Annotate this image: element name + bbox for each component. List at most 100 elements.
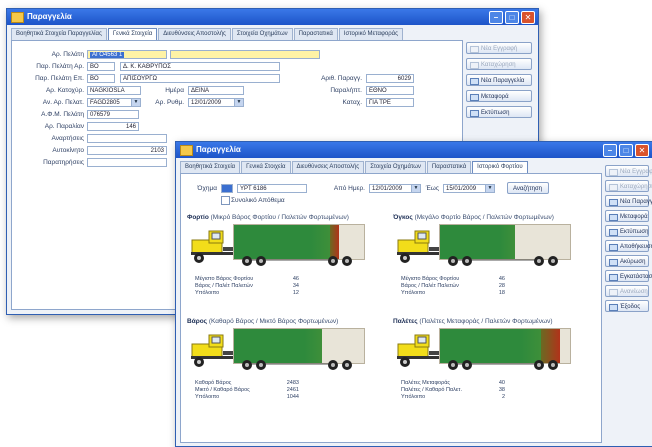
field-input[interactable]: 2103 <box>87 146 167 155</box>
side-button-1: Νέα Εγγραφή <box>466 42 532 54</box>
tab-1[interactable]: Βοηθητικά Στοιχεία <box>180 161 241 173</box>
field-value: BO <box>90 64 99 70</box>
calendar-dropdown-icon[interactable]: ▼ <box>485 185 494 192</box>
field-value: 076579 <box>90 112 111 118</box>
field-input[interactable]: BO <box>87 62 115 71</box>
tab-3[interactable]: Διευθύνσεις Αποστολής <box>158 28 231 40</box>
button-icon <box>470 94 479 101</box>
vehicle-input[interactable]: ΥΡΤ 6186 <box>237 184 307 193</box>
front-window: Παραγγελία – □ ✕ Βοηθητικά Στοιχεία Γενικ… <box>175 141 652 447</box>
wheels-icon <box>448 360 558 370</box>
panel-title-text: Όγκος <box>393 214 413 221</box>
side-button-4[interactable]: Μεταφορά <box>605 210 649 222</box>
field-label: Αρ. Κατοχύρ. <box>45 87 84 94</box>
load-panel-title: Φορτίο (Μικρό Βάρος Φορτίου / Παλετών Φο… <box>187 214 349 221</box>
stat-label: Υπόλοιπο <box>401 394 426 400</box>
side-button-10[interactable]: Έξοδος <box>605 300 649 312</box>
front-main-panel: Όχημα ΥΡΤ 6186 Συνολικό Απόθεμα Από Ημερ… <box>180 173 602 443</box>
field-input[interactable] <box>87 158 167 167</box>
dropdown-icon[interactable]: ▼ <box>234 99 243 106</box>
tab-5[interactable]: Παραστατικά <box>293 28 338 40</box>
stat-label: Βάρος / Παλέτ Παλετών <box>401 283 459 289</box>
stat-value: 46 <box>498 276 505 282</box>
close-icon[interactable]: ✕ <box>635 144 649 157</box>
back-window-titlebar[interactable]: Παραγγελία – □ ✕ <box>7 9 538 25</box>
tab-2[interactable]: Γενικά Στοιχεία <box>241 161 291 173</box>
front-window-titlebar[interactable]: Παραγγελία – □ ✕ <box>176 142 652 158</box>
button-icon <box>609 184 618 191</box>
side-button-3[interactable]: Νέα Παραγγελία <box>466 74 532 86</box>
field-input[interactable]: NAGKIOSLA <box>87 86 141 95</box>
panel-subtitle-text: (Μικρό Βάρος Φορτίου / Παλετών Φορτωμένω… <box>210 214 349 221</box>
tab-6[interactable]: Ιστορικό Φορτίου <box>472 161 528 173</box>
right-field-input[interactable]: ΕΘΝΟ <box>366 86 414 95</box>
front-tab-strip: Βοηθητικά Στοιχεία Γενικά Στοιχεία Διευθύν… <box>180 161 529 173</box>
right-field-value: ΕΘΝΟ <box>369 88 387 94</box>
tab-6[interactable]: Ιστορικό Μεταφοράς <box>338 28 403 40</box>
side-button-5[interactable]: Εκτύπωση <box>466 106 532 118</box>
right-field-input[interactable]: ΓΙΑ ΤΡΕ <box>366 98 414 107</box>
tab-2[interactable]: Γενικά Στοιχεία <box>107 28 158 40</box>
field-input[interactable]: 076579 <box>87 110 139 119</box>
customer-name-1[interactable]: Δ. Κ. ΚΑΘΡΥΠΟΣ <box>120 62 280 71</box>
side-button-label: Μεταφορά <box>481 94 509 100</box>
tab-5[interactable]: Παραστατικά <box>426 161 472 173</box>
maximize-icon[interactable]: □ <box>619 144 633 157</box>
button-icon <box>609 169 618 176</box>
side-button-label: Εκτύπωση <box>481 110 510 116</box>
side-button-5[interactable]: Εκτύπωση <box>605 225 649 237</box>
from-date-input[interactable]: 12/01/2009 ▼ <box>369 184 421 193</box>
field-label: Α.Φ.Μ. Πελάτη <box>41 111 84 118</box>
side-button-label: Ακύρωση <box>620 259 646 265</box>
stat-label: Μέγιστο Βάρος Φορτίου <box>195 276 254 282</box>
to-date-label: Έως <box>425 185 439 192</box>
mid-field-input[interactable]: 12/01/2009 ▼ <box>188 98 244 107</box>
side-button-6[interactable]: Αποθήκευση <box>605 240 652 252</box>
wheels-icon <box>448 256 558 266</box>
button-icon <box>609 199 618 206</box>
button-icon <box>609 304 618 311</box>
load-panel: Παλέτες (Παλέτες Μεταφοράς / Παλετών Φορ… <box>393 318 593 418</box>
dropdown-icon[interactable]: ▼ <box>131 99 140 106</box>
stock-checkbox[interactable] <box>221 196 230 205</box>
minimize-icon[interactable]: – <box>603 144 617 157</box>
customer-name-2[interactable]: ΑΠΙΣΟΥΡΓΩ <box>120 74 280 83</box>
side-button-3[interactable]: Νέα Παραγγελία <box>605 195 652 207</box>
tab-1[interactable]: Βοηθητικά Στοιχεία Παραγγελίας <box>11 28 107 40</box>
side-button-4[interactable]: Μεταφορά <box>466 90 532 102</box>
field-input[interactable]: FAGD2805 ▼ <box>87 98 141 107</box>
close-icon[interactable]: ✕ <box>521 11 535 24</box>
stat-value: 46 <box>292 276 299 282</box>
right-field-label: Καταχ. <box>342 99 362 106</box>
app-icon <box>11 12 24 23</box>
stat-row: Μικτό / Καθαρό Βάρος 2461 <box>195 387 345 393</box>
side-button-label: Αποθήκευση <box>620 244 652 250</box>
tab-4[interactable]: Στοιχεία Οχημάτων <box>365 161 426 173</box>
field-label: Παρατηρήσεις <box>43 159 84 166</box>
side-button-2: Καταχώρηση <box>605 180 652 192</box>
to-date-input[interactable]: 15/01/2009 ▼ <box>443 184 495 193</box>
search-button[interactable]: Αναζήτηση <box>507 182 549 194</box>
field-input[interactable]: ΑΓΟ4563 1 <box>87 50 167 59</box>
side-button-8[interactable]: Εγκατάσταση <box>605 270 652 282</box>
calendar-dropdown-icon[interactable]: ▼ <box>411 185 420 192</box>
field-input[interactable] <box>87 134 167 143</box>
minimize-icon[interactable]: – <box>489 11 503 24</box>
maximize-icon[interactable]: □ <box>505 11 519 24</box>
button-icon <box>470 62 479 69</box>
field-input[interactable]: BO <box>87 74 115 83</box>
side-button-7[interactable]: Ακύρωση <box>605 255 649 267</box>
stat-value: 12 <box>292 290 299 296</box>
tab-3[interactable]: Διευθύνσεις Αποστολής <box>291 161 365 173</box>
load-panel: Βάρος (Καθαρό Βάρος / Μικτό Βάρος Φορτωμ… <box>187 318 387 418</box>
vehicle-type-select[interactable] <box>221 184 233 193</box>
tab-4[interactable]: Στοιχεία Οχημάτων <box>231 28 293 40</box>
customer-name-field[interactable] <box>170 50 320 59</box>
mid-field-label: Ημέρα <box>165 87 184 94</box>
field-input[interactable]: 146 <box>87 122 139 131</box>
right-field-input[interactable]: 6029 <box>366 74 414 83</box>
stat-row: Παλέτες Μεταφοράς 40 <box>401 380 551 386</box>
stat-label: Μικτό / Καθαρό Βάρος <box>195 387 250 393</box>
mid-field-input[interactable]: ΔΕΙΝΑ <box>188 86 244 95</box>
load-panel-title: Παλέτες (Παλέτες Μεταφοράς / Παλετών Φορ… <box>393 318 553 325</box>
